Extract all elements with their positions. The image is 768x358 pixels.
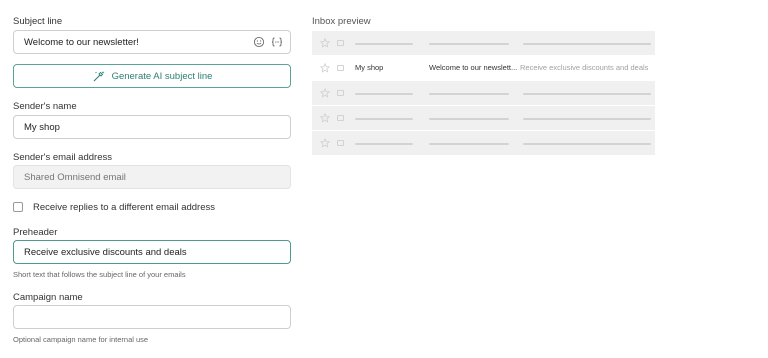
placeholder-bar [429, 118, 509, 120]
message-preview: Receive exclusive discounts and deals [520, 63, 649, 72]
placeholder-bar [523, 93, 651, 95]
inbox-message-row: My shop Welcome to our newslett... Recei… [312, 56, 655, 81]
preheader-label: Preheader [13, 227, 58, 238]
receive-replies-label[interactable]: Receive replies to a different email add… [33, 202, 215, 213]
sender-email-input [14, 166, 254, 188]
label-icon [337, 115, 344, 121]
placeholder-bar [429, 43, 509, 45]
star-icon [320, 113, 330, 123]
campaign-name-field[interactable] [13, 305, 291, 329]
sender-name-label: Sender's name [13, 101, 77, 112]
inbox-placeholder-row [312, 31, 655, 56]
emoji-icon[interactable] [253, 35, 265, 48]
sender-name-field[interactable] [13, 115, 291, 139]
inbox-placeholder-row [312, 106, 655, 131]
campaign-name-input[interactable] [14, 306, 254, 328]
generate-ai-subject-line-label: Generate AI subject line [111, 70, 213, 82]
preheader-hint: Short text that follows the subject line… [13, 270, 186, 279]
magic-wand-icon [93, 70, 105, 81]
star-icon [320, 38, 330, 48]
preheader-field[interactable] [13, 240, 291, 264]
message-subject: Welcome to our newslett... [429, 63, 518, 72]
placeholder-bar [355, 93, 413, 95]
inbox-preview-list: My shop Welcome to our newslett... Recei… [312, 31, 655, 156]
label-icon [337, 90, 344, 96]
receive-replies-checkbox[interactable] [13, 202, 23, 212]
placeholder-bar [523, 43, 651, 45]
placeholder-bar [523, 143, 651, 145]
placeholder-bar [523, 118, 651, 120]
star-icon [320, 138, 330, 148]
sender-name-input[interactable] [14, 116, 254, 138]
campaign-name-hint: Optional campaign name for internal use [13, 335, 149, 344]
inbox-preview-title: Inbox preview [312, 16, 371, 27]
personalization-tag-icon[interactable] [271, 35, 283, 47]
placeholder-bar [429, 143, 509, 145]
star-icon [320, 63, 330, 73]
label-icon [337, 40, 344, 46]
label-icon [337, 140, 344, 146]
star-icon [320, 88, 330, 98]
inbox-placeholder-row [312, 131, 655, 156]
preheader-input[interactable] [14, 241, 254, 263]
subject-line-input[interactable] [14, 31, 254, 53]
placeholder-bar [355, 143, 413, 145]
message-sender: My shop [355, 63, 384, 72]
subject-line-label: Subject line [13, 16, 63, 27]
inbox-placeholder-row [312, 81, 655, 106]
placeholder-bar [355, 118, 413, 120]
generate-ai-subject-line-button[interactable]: Generate AI subject line [13, 64, 291, 88]
placeholder-bar [355, 43, 413, 45]
subject-line-field[interactable] [13, 30, 291, 54]
sender-email-label: Sender's email address [13, 152, 112, 163]
sender-email-field [13, 165, 291, 189]
campaign-name-label: Campaign name [13, 292, 83, 303]
placeholder-bar [429, 93, 509, 95]
label-icon [337, 65, 344, 71]
